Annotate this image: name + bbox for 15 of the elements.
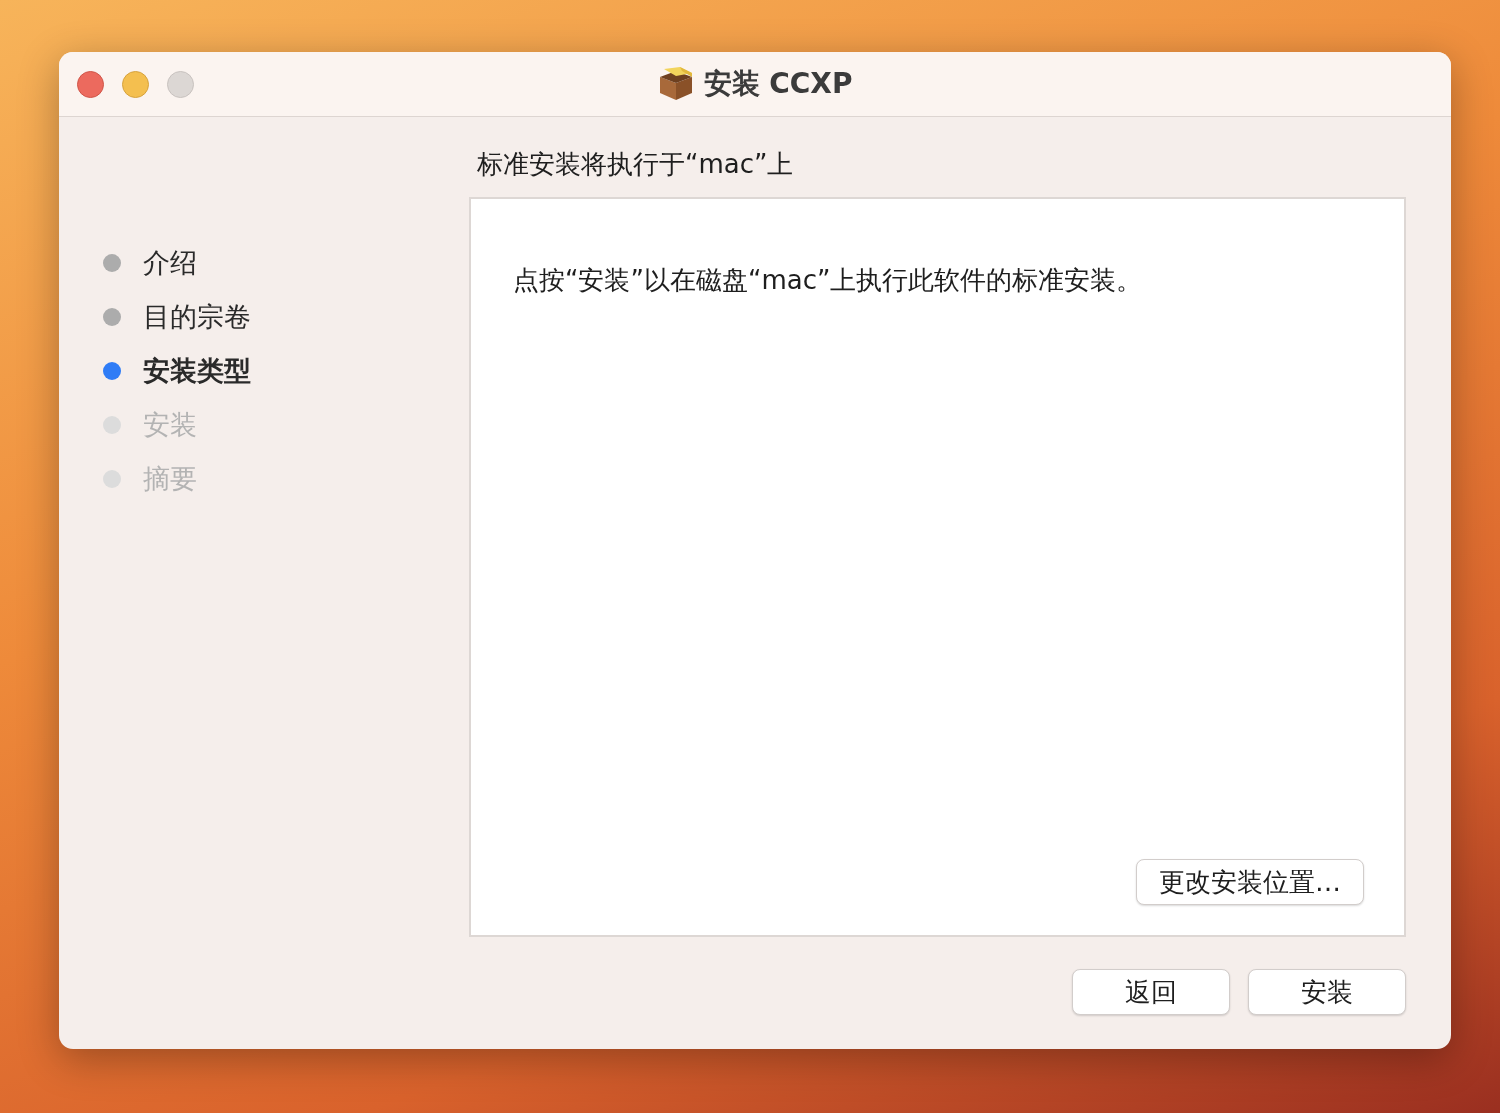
step-label: 目的宗卷	[143, 300, 251, 334]
minimize-button[interactable]	[122, 70, 149, 98]
step-label: 摘要	[143, 462, 197, 496]
install-message: 点按“安装”以在磁盘“mac”上执行此软件的标准安装。	[513, 265, 1143, 295]
package-box-icon	[657, 67, 694, 101]
step-label: 安装	[143, 408, 197, 442]
step-label: 安装类型	[143, 354, 251, 388]
dialog-button[interactable]: 返回	[1072, 969, 1230, 1015]
section-heading: 标准安装将执行于“mac”上	[477, 149, 794, 179]
change-location-button[interactable]: 更改安装位置…	[1136, 859, 1364, 905]
close-button[interactable]	[77, 70, 104, 98]
dialog-button[interactable]: 安装	[1248, 969, 1406, 1015]
window-title: 安装 CCXP	[703, 66, 853, 102]
step-label: 介绍	[143, 246, 197, 280]
zoom-button[interactable]	[167, 70, 194, 98]
